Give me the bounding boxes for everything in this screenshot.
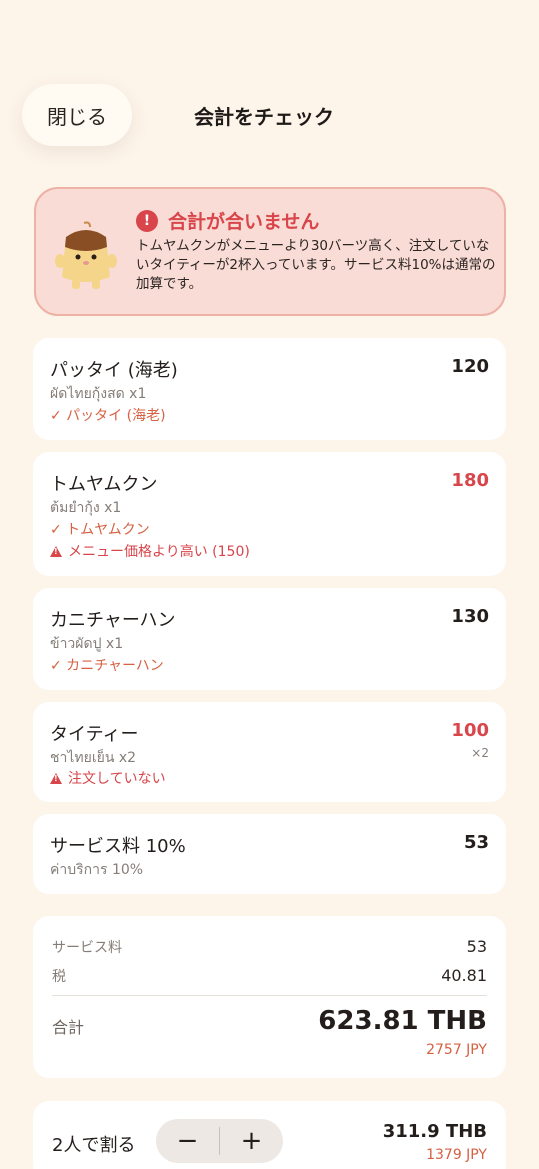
summary-service-label: サービス料 [52,940,122,956]
item-name: トムヤムクン [50,474,158,495]
bill-item-card[interactable]: サービス料 10% 53 ค่าบริการ 10% [33,814,506,894]
item-warning: メニュー価格より高い (150) [50,541,250,561]
item-thai-text: ต้มยำกุ้ง x1 [50,500,122,516]
item-quantity-tag: ×2 [471,746,489,760]
split-per-person-jpy: 1379 JPY [426,1147,487,1163]
summary-tax-row: 税 40.81 [52,966,487,986]
summary-service-value: 53 [466,937,487,956]
summary-tax-value: 40.81 [441,966,487,985]
item-thai-text: ข้าวผัดปู x1 [50,636,124,652]
item-price: 180 [451,470,489,491]
exclamation-icon: ! [136,209,158,232]
bill-item-card[interactable]: タイティー 100 ×2 ชาไทยเย็น x2 注文していない [33,702,506,802]
total-label: 合計 [52,1018,85,1037]
item-price: 100 [451,720,489,741]
item-menu-match: ✓ パッタイ (海老) [50,408,166,424]
item-name: サービス料 10% [50,836,186,857]
item-thai-text: ผัดไทยกุ้งสด x1 [50,386,147,402]
summary-service-row: サービス料 53 [52,937,487,957]
pudding-mascot-icon [55,221,117,289]
item-thai-text: ชาไทยเย็น x2 [50,750,137,766]
split-label: 2人で割る [52,1135,136,1156]
total-jpy: 2757 JPY [426,1042,487,1058]
item-price: 53 [463,832,489,853]
page-title: 会計をチェック [194,104,334,129]
item-price: 120 [451,356,489,377]
item-menu-match: ✓ トムヤムクン [50,522,150,538]
alert-title: ! 合計が合いません [136,207,319,234]
bill-item-card[interactable]: トムヤムクン 180 ต้มยำกุ้ง x1 ✓ トムヤムクン メニュー価格よ… [33,452,506,576]
split-card: 2人で割る − + 311.9 THB 1379 JPY [33,1101,506,1169]
item-warning-text: メニュー価格より高い (150) [68,544,250,560]
item-name: タイティー [50,724,139,745]
increase-people-button[interactable]: + [220,1119,283,1163]
item-menu-match: ✓ カニチャーハン [50,658,164,674]
divider [52,995,487,996]
decrease-people-button[interactable]: − [156,1119,219,1163]
split-per-person-value: 311.9 THB [382,1121,487,1142]
split-stepper: − + [156,1119,283,1163]
item-warning: 注文していない [50,768,166,788]
bill-item-card[interactable]: カニチャーハン 130 ข้าวผัดปู x1 ✓ カニチャーハン [33,588,506,690]
item-price: 130 [451,606,489,627]
item-name: パッタイ (海老) [50,360,178,381]
mismatch-alert: ! 合計が合いません トムヤムクンがメニューより30バーツ高く、注文していないタ… [34,187,506,316]
bill-item-card[interactable]: パッタイ (海老) 120 ผัดไทยกุ้งสด x1 ✓ パッタイ (海老… [33,338,506,440]
item-thai-text: ค่าบริการ 10% [50,862,144,878]
alert-title-text: 合計が合いません [168,211,320,233]
warning-icon [50,772,62,784]
header: 閉じる 会計をチェック [0,84,539,146]
item-warning-text: 注文していない [68,771,166,787]
bill-summary-card: サービス料 53 税 40.81 合計 623.81 THB 2757 JPY [33,916,506,1078]
summary-tax-label: 税 [52,969,66,985]
alert-message: トムヤムクンがメニューより30バーツ高く、注文していないタイティーが2杯入ってい… [136,238,496,292]
warning-icon [50,545,62,557]
total-value: 623.81 THB [318,1006,487,1036]
close-button[interactable]: 閉じる [22,84,132,146]
item-name: カニチャーハン [50,610,176,631]
